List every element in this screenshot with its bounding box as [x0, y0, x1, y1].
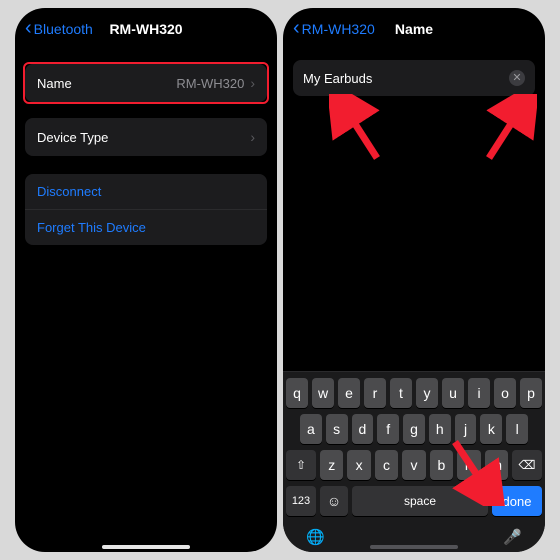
keyboard: qwertyuiop asdfghjkl ⇧ zxcvbnm ⌫ 123 ☺ s… — [283, 371, 545, 552]
globe-icon[interactable]: 🌐 — [306, 528, 325, 546]
key-b[interactable]: b — [430, 450, 453, 480]
key-e[interactable]: e — [338, 378, 360, 408]
name-row[interactable]: Name RM-WH320 › — [25, 64, 267, 102]
done-key[interactable]: done — [492, 486, 542, 516]
shift-icon: ⇧ — [296, 458, 306, 472]
back-label: Bluetooth — [34, 21, 93, 37]
name-row-label: Name — [37, 76, 72, 91]
key-a[interactable]: a — [300, 414, 322, 444]
key-row-2: asdfghjkl — [286, 414, 542, 444]
key-g[interactable]: g — [403, 414, 425, 444]
key-l[interactable]: l — [506, 414, 528, 444]
home-indicator[interactable] — [102, 545, 190, 549]
actions-group: Disconnect Forget This Device — [25, 174, 267, 245]
key-o[interactable]: o — [494, 378, 516, 408]
device-type-label: Device Type — [37, 130, 108, 145]
mic-icon[interactable]: 🎤 — [503, 528, 522, 546]
navbar: ‹ Bluetooth RM-WH320 — [15, 8, 277, 50]
key-row-3: ⇧ zxcvbnm ⌫ — [286, 450, 542, 480]
key-n[interactable]: n — [457, 450, 480, 480]
disconnect-button[interactable]: Disconnect — [25, 174, 267, 209]
key-q[interactable]: q — [286, 378, 308, 408]
x-icon: ✕ — [512, 73, 521, 84]
annotation-arrow — [477, 94, 537, 164]
key-s[interactable]: s — [326, 414, 348, 444]
numbers-key[interactable]: 123 — [286, 486, 316, 516]
key-row-1: qwertyuiop — [286, 378, 542, 408]
key-p[interactable]: p — [520, 378, 542, 408]
navbar: ‹ RM-WH320 Name — [283, 8, 545, 50]
backspace-icon: ⌫ — [519, 458, 536, 472]
key-k[interactable]: k — [480, 414, 502, 444]
key-h[interactable]: h — [429, 414, 451, 444]
phone-left: ‹ Bluetooth RM-WH320 Name RM-WH320 › Dev… — [15, 8, 277, 552]
phone-right: ‹ RM-WH320 Name My Earbuds ✕ — [283, 8, 545, 552]
key-w[interactable]: w — [312, 378, 334, 408]
back-button[interactable]: ‹ Bluetooth — [25, 19, 93, 39]
back-button[interactable]: ‹ RM-WH320 — [293, 19, 375, 39]
key-j[interactable]: j — [455, 414, 477, 444]
clear-text-button[interactable]: ✕ — [509, 70, 525, 86]
name-row-value: RM-WH320 — [176, 76, 244, 91]
settings-list: Name RM-WH320 › Device Type › Disconnect… — [15, 50, 277, 552]
key-d[interactable]: d — [352, 414, 374, 444]
key-x[interactable]: x — [347, 450, 370, 480]
key-i[interactable]: i — [468, 378, 490, 408]
back-label: RM-WH320 — [302, 21, 375, 37]
page-title: Name — [395, 21, 433, 37]
key-c[interactable]: c — [375, 450, 398, 480]
chevron-right-icon: › — [250, 75, 255, 91]
key-m[interactable]: m — [485, 450, 508, 480]
annotation-arrow — [329, 94, 389, 164]
shift-key[interactable]: ⇧ — [286, 450, 316, 480]
name-input-value: My Earbuds — [303, 71, 372, 86]
emoji-icon: ☺ — [327, 493, 341, 509]
key-t[interactable]: t — [390, 378, 412, 408]
forget-device-button[interactable]: Forget This Device — [25, 209, 267, 245]
key-v[interactable]: v — [402, 450, 425, 480]
chevron-left-icon: ‹ — [25, 18, 32, 38]
key-f[interactable]: f — [377, 414, 399, 444]
key-u[interactable]: u — [442, 378, 464, 408]
key-row-4: 123 ☺ space done — [286, 486, 542, 516]
backspace-key[interactable]: ⌫ — [512, 450, 542, 480]
key-z[interactable]: z — [320, 450, 343, 480]
device-type-row[interactable]: Device Type › — [25, 118, 267, 156]
name-input[interactable]: My Earbuds ✕ — [293, 60, 535, 96]
key-r[interactable]: r — [364, 378, 386, 408]
home-indicator[interactable] — [370, 545, 458, 549]
space-key[interactable]: space — [352, 486, 488, 516]
chevron-right-icon: › — [250, 129, 255, 145]
key-y[interactable]: y — [416, 378, 438, 408]
page-title: RM-WH320 — [109, 21, 182, 37]
emoji-key[interactable]: ☺ — [320, 486, 348, 516]
chevron-left-icon: ‹ — [293, 18, 300, 38]
